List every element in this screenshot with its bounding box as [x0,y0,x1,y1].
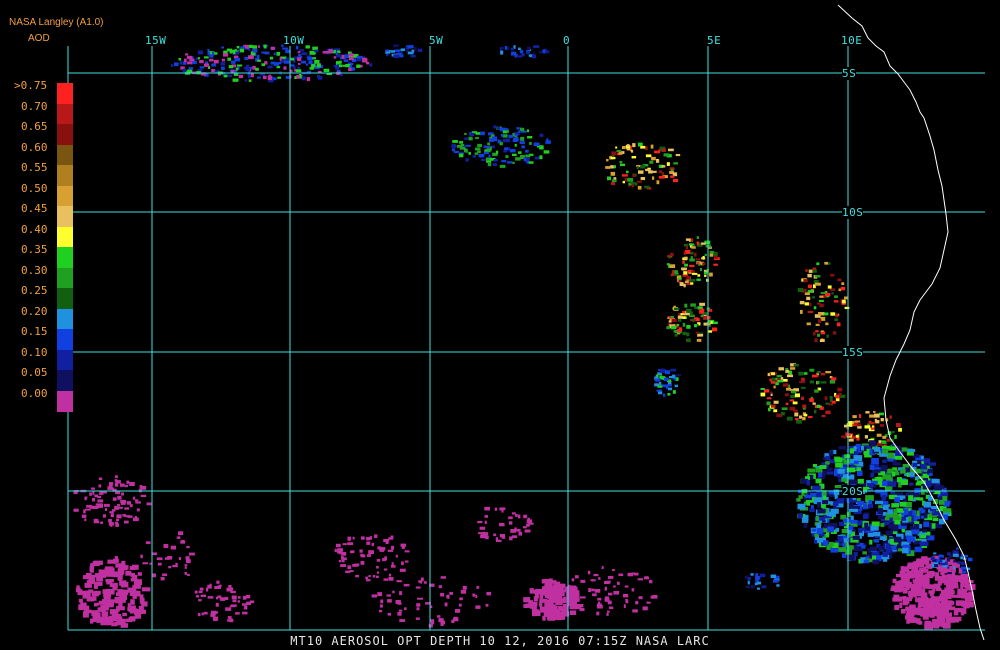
legend-swatch [57,267,73,289]
legend-swatch [57,185,73,207]
legend-label: 0.20 [21,304,48,318]
legend-swatch [57,226,73,248]
legend-label: 0.00 [21,386,48,400]
map-caption: MT10 AEROSOL OPT DEPTH 10 12, 2016 07:15… [290,634,710,648]
legend-swatch [57,349,73,371]
legend-swatch [57,247,73,268]
legend-label: 0.35 [21,243,48,256]
legend-label: >0.75 [14,79,48,92]
legend-label: 0.70 [21,99,48,113]
legend-swatch [57,103,73,125]
legend-label: 0.15 [21,325,48,338]
legend-label: 0.30 [21,263,48,277]
legend-label: 0.60 [21,140,48,154]
legend-label: 0.40 [21,222,48,236]
legend-label: 0.55 [21,161,48,174]
lon-label-5e: 5E [707,34,722,47]
legend-label: 0.45 [21,202,48,215]
lon-label-15w: 15W [145,34,167,47]
aod-map [0,0,1000,650]
lon-label-5w: 5W [429,34,444,47]
legend-swatch [57,165,73,186]
legend-swatch [57,288,73,309]
legend-label: 0.65 [21,120,48,133]
legend-swatch [57,83,73,104]
lat-label-10s: 10S [842,206,864,219]
lat-label-15s: 15S [842,346,864,359]
lon-label-0: 0 [563,34,571,47]
legend-label: 0.05 [21,366,48,379]
lat-label-20s: 20S [842,485,864,498]
legend-swatch [57,124,73,145]
legend-swatch [57,206,73,227]
legend-swatch [57,144,73,166]
legend-swatch [57,308,73,330]
source-label: NASA Langley (A1.0) [9,17,104,28]
legend-swatch [57,329,73,350]
legend-swatch [57,370,73,391]
lat-label-5s: 5S [842,67,857,80]
lon-label-10e: 10E [841,34,863,47]
product-label: AOD [28,33,50,44]
legend-label: 0.10 [21,345,48,359]
legend-label: 0.50 [21,181,48,195]
legend-swatch [57,390,73,412]
lon-label-10w: 10W [283,34,305,47]
legend-label: 0.25 [21,284,48,297]
